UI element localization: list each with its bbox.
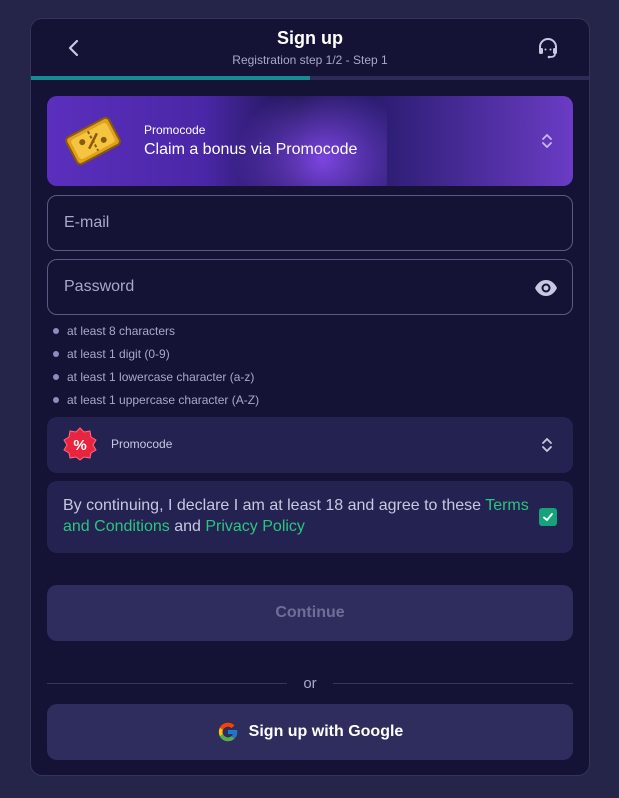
- or-divider: or: [47, 673, 573, 693]
- bullet-dot: [53, 397, 59, 403]
- ticket-icon: [65, 116, 121, 166]
- terms-checkbox[interactable]: [539, 508, 557, 526]
- password-rule: at least 8 characters: [51, 321, 259, 344]
- promocode-dropdown[interactable]: % Promocode: [47, 417, 573, 473]
- google-button-label: Sign up with Google: [248, 723, 404, 740]
- password-input[interactable]: [48, 260, 572, 314]
- page-title: Sign up: [277, 28, 343, 48]
- password-rules: at least 8 characters at least 1 digit (…: [51, 321, 259, 413]
- email-input[interactable]: [48, 196, 572, 250]
- page-subtitle: Registration step 1/2 - Step 1: [232, 53, 388, 67]
- banner-text: Claim a bonus via Promocode: [144, 141, 358, 158]
- continue-button[interactable]: Continue: [47, 585, 573, 641]
- terms-box: By continuing, I declare I am at least 1…: [47, 481, 573, 553]
- bullet-dot: [53, 351, 59, 357]
- percent-badge-icon: %: [63, 427, 97, 461]
- bullet-dot: [53, 374, 59, 380]
- banner-label: Promocode: [144, 123, 206, 137]
- bullet-dot: [53, 328, 59, 334]
- svg-text:%: %: [73, 437, 86, 454]
- password-rule: at least 1 digit (0-9): [51, 344, 259, 367]
- password-rule: at least 1 uppercase character (A-Z): [51, 390, 259, 413]
- promocode-label: Promocode: [111, 437, 173, 451]
- password-field[interactable]: [47, 259, 573, 315]
- chevron-updown-icon: [542, 438, 552, 452]
- modal-header: Sign up Registration step 1/2 - Step 1: [31, 19, 589, 77]
- chevron-updown-icon: [542, 134, 552, 148]
- terms-text: By continuing, I declare I am at least 1…: [63, 497, 529, 535]
- email-field[interactable]: [47, 195, 573, 251]
- password-rule: at least 1 lowercase character (a-z): [51, 367, 259, 390]
- eye-icon[interactable]: [534, 276, 558, 300]
- google-signup-button[interactable]: Sign up with Google: [47, 704, 573, 760]
- privacy-link[interactable]: Privacy Policy: [205, 518, 305, 535]
- headset-icon: [539, 38, 557, 59]
- divider-line: [333, 683, 573, 684]
- signup-modal: Sign up Registration step 1/2 - Step 1 P…: [30, 18, 590, 776]
- promo-banner[interactable]: Promocode Claim a bonus via Promocode: [47, 96, 573, 186]
- progress-fill: [31, 76, 310, 80]
- support-button[interactable]: [533, 33, 563, 63]
- progress-track: [31, 76, 589, 80]
- check-icon: [543, 513, 553, 521]
- google-icon: [218, 722, 237, 742]
